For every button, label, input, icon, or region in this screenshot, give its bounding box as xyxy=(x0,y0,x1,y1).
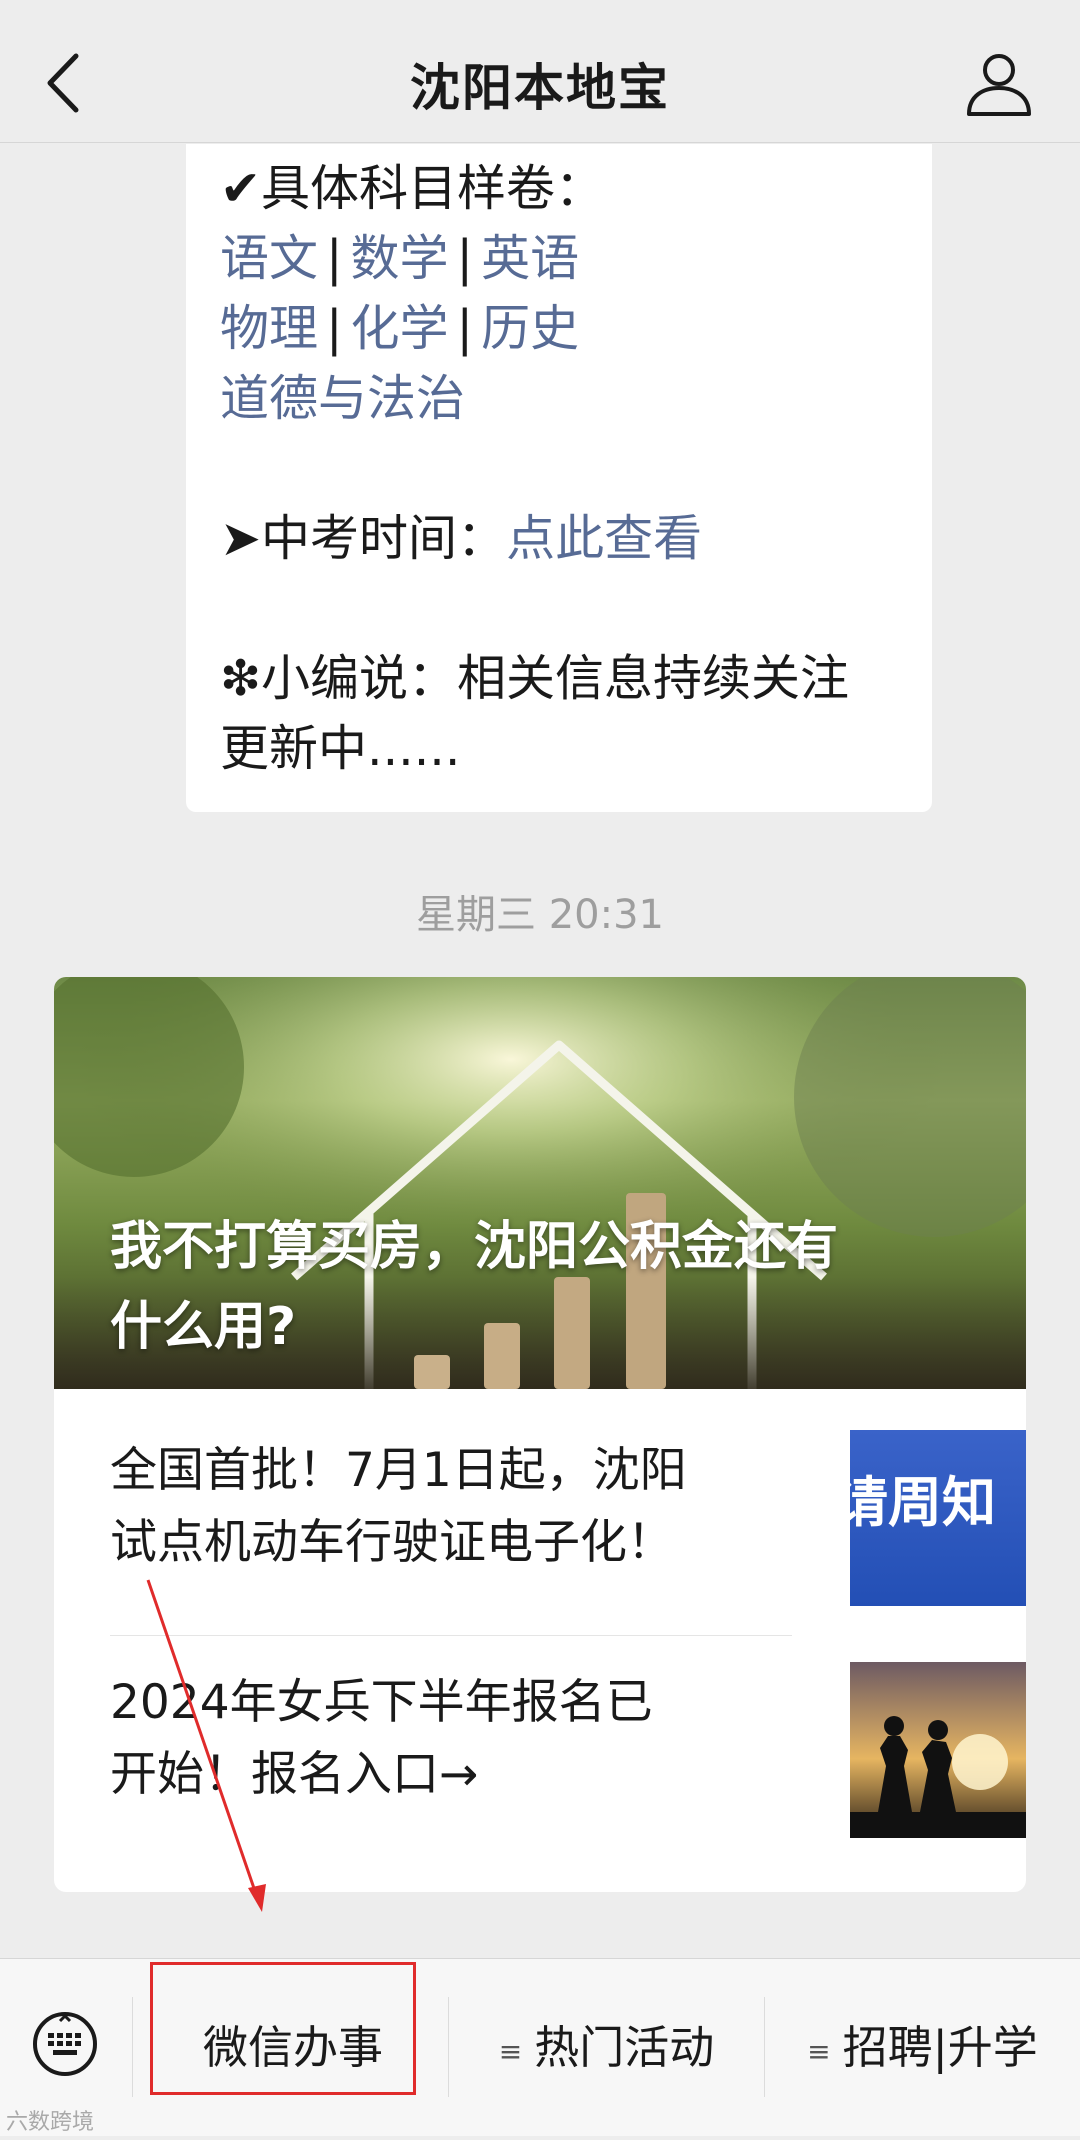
cover-title: 我不打算买房，沈阳公积金还有 什么用? xyxy=(110,1217,839,1357)
editor-note-line-2: 更新中...... xyxy=(220,720,461,777)
list-icon: ≡ xyxy=(807,2034,831,2068)
subject-row-3: 道德与法治 xyxy=(220,364,932,434)
message-timestamp: 星期三 20:31 xyxy=(416,892,664,938)
article-thumbnail xyxy=(850,1662,1026,1838)
subject-link-history[interactable]: 历史 xyxy=(481,300,579,357)
watermark: 六数跨境 xyxy=(6,2110,95,2135)
exam-time-link[interactable]: 点此查看 xyxy=(506,510,702,567)
article-title: 全国首批！7月1日起，沈阳 试点机动车行驶证电子化！ xyxy=(110,1443,687,1570)
article-list-item[interactable]: 2024年女兵下半年报名已 开始！报名入口→ xyxy=(110,1657,1026,1877)
subject-link-chinese[interactable]: 语文 xyxy=(220,230,318,287)
divider xyxy=(110,1635,792,1636)
subject-link-english[interactable]: 英语 xyxy=(481,230,579,287)
chat-header: 沈阳本地宝 xyxy=(0,0,1080,143)
message-bubble: ✔具体科目样卷： 语文 | 数学 | 英语 物理 | 化学 | 历史 道德与法治 ➤中考时间：点… xyxy=(186,144,932,812)
separator: | xyxy=(456,300,474,357)
subject-link-physics[interactable]: 物理 xyxy=(220,300,318,357)
cover-article[interactable]: 我不打算买房，沈阳公积金还有 什么用? xyxy=(54,977,1026,1389)
subject-link-chemistry[interactable]: 化学 xyxy=(351,300,449,357)
annotation-highlight-box xyxy=(150,1962,416,2095)
article-card: 我不打算买房，沈阳公积金还有 什么用? 全国首批！7月1日起，沈阳 试点机动车行… xyxy=(54,977,1026,1892)
exam-time-row: ➤中考时间：点此查看 xyxy=(220,504,932,574)
article-list-item[interactable]: 全国首批！7月1日起，沈阳 试点机动车行驶证电子化！ 请周知 xyxy=(110,1425,1026,1645)
keyboard-toggle-icon[interactable] xyxy=(30,2009,100,2079)
editor-note-line-1: ❇小编说：相关信息持续关注 xyxy=(220,650,850,707)
exam-time-label: ➤中考时间： xyxy=(220,510,507,567)
separator: | xyxy=(326,230,343,287)
profile-icon[interactable] xyxy=(965,50,1033,118)
menu-hot-activities[interactable]: ≡ 热门活动 xyxy=(449,1959,764,2136)
page-title: 沈阳本地宝 xyxy=(410,59,670,117)
subject-link-morality-law[interactable]: 道德与法治 xyxy=(220,370,465,427)
separator: | xyxy=(326,300,343,357)
article-title: 2024年女兵下半年报名已 开始！报名入口→ xyxy=(110,1675,653,1802)
menu-label: 招聘|升学 xyxy=(842,2021,1038,2074)
subjects-heading: ✔具体科目样卷： xyxy=(220,160,605,217)
menu-label: 热门活动 xyxy=(534,2021,715,2074)
subject-link-math[interactable]: 数学 xyxy=(351,230,449,287)
article-thumbnail: 请周知 xyxy=(850,1430,1026,1606)
separator: | xyxy=(456,230,474,287)
subject-row-1: 语文 | 数学 | 英语 xyxy=(220,224,932,294)
menu-jobs-admission[interactable]: ≡ 招聘|升学 xyxy=(765,1959,1080,2136)
subject-row-2: 物理 | 化学 | 历史 xyxy=(220,294,932,364)
divider xyxy=(132,1997,133,2097)
list-icon: ≡ xyxy=(498,2034,523,2068)
